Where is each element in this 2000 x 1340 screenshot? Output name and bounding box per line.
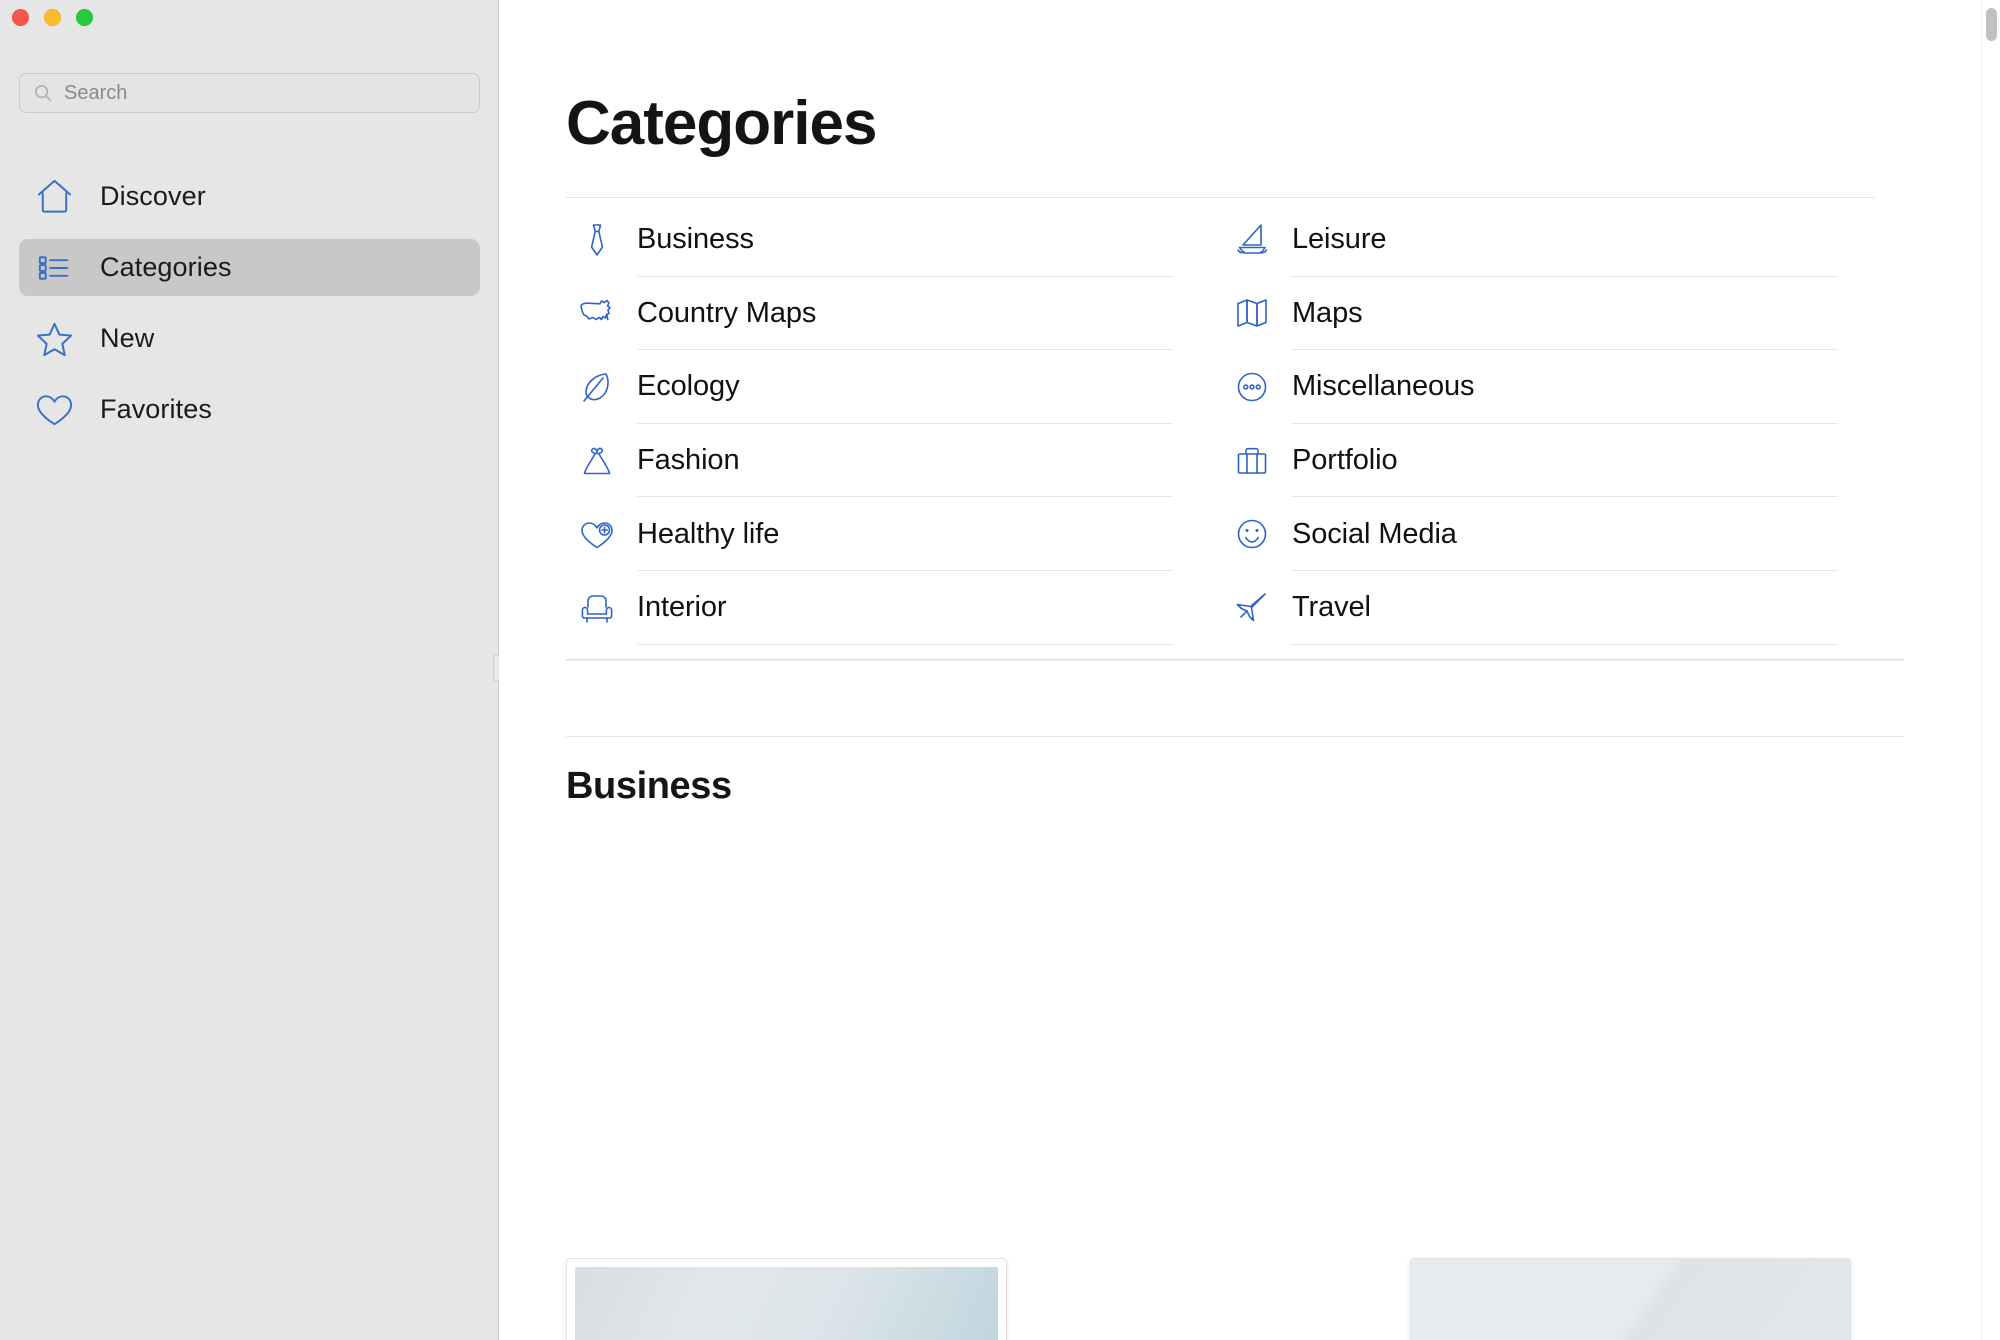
page-title: Categories (566, 89, 877, 158)
window-controls (12, 9, 93, 26)
categories-column-right: Leisure Maps Miscellaneous Portfolio Soc… (1221, 203, 1876, 645)
template-card-list (566, 1258, 1966, 1340)
sidebar-item-label: Favorites (100, 394, 212, 424)
armchair-icon (576, 587, 618, 629)
necktie-icon (576, 219, 618, 261)
template-card[interactable] (566, 1258, 1007, 1340)
close-window-button[interactable] (12, 9, 29, 26)
vertical-scrollbar[interactable] (1981, 0, 2000, 1340)
category-item-interior[interactable]: Interior (566, 571, 1221, 645)
sidebar-item-discover[interactable]: Discover (19, 168, 480, 225)
category-item-fashion[interactable]: Fashion (566, 424, 1221, 498)
category-item-healthy-life[interactable]: Healthy life (566, 497, 1221, 571)
category-label: Business (637, 223, 754, 256)
usa-map-icon (576, 292, 618, 334)
briefcase-icon (1231, 440, 1273, 482)
category-label: Country Maps (637, 296, 817, 329)
category-label: Interior (637, 591, 727, 624)
airplane-icon (1231, 587, 1273, 629)
category-item-maps[interactable]: Maps (1221, 277, 1876, 351)
dress-icon (576, 440, 618, 482)
leaf-icon (576, 366, 618, 408)
search-icon (32, 82, 54, 104)
ellipsis-circle-icon (1231, 366, 1273, 408)
category-label: Ecology (637, 370, 740, 403)
category-label: Travel (1292, 591, 1371, 624)
heart-icon (33, 388, 76, 431)
folded-map-icon (1231, 292, 1273, 334)
title-divider (566, 197, 1875, 198)
heart-plus-icon (576, 513, 618, 555)
category-label: Portfolio (1292, 444, 1398, 477)
smiley-icon (1231, 513, 1273, 555)
maximize-window-button[interactable] (76, 9, 93, 26)
categories-grid: Business Country Maps Ecology Fashion He… (566, 203, 1966, 645)
category-item-business[interactable]: Business (566, 203, 1221, 277)
category-label: Social Media (1292, 517, 1457, 550)
main-content: Categories Business Country Maps Ecology… (499, 0, 2000, 1340)
category-item-portfolio[interactable]: Portfolio (1221, 424, 1876, 498)
sidebar-item-categories[interactable]: Categories (19, 239, 480, 296)
sidebar-item-label: Categories (100, 252, 232, 282)
category-label: Healthy life (637, 517, 780, 550)
sidebar-item-new[interactable]: New (19, 310, 480, 367)
row-divider (637, 643, 1173, 645)
section-divider-bottom (566, 735, 1904, 737)
category-item-country-maps[interactable]: Country Maps (566, 277, 1221, 351)
category-label: Miscellaneous (1292, 370, 1475, 403)
category-item-social-media[interactable]: Social Media (1221, 497, 1876, 571)
category-item-ecology[interactable]: Ecology (566, 350, 1221, 424)
home-icon (33, 175, 76, 218)
category-label: Maps (1292, 296, 1363, 329)
sidebar-nav: Discover Categories New Favorites (19, 168, 480, 452)
star-icon (33, 317, 76, 360)
template-thumbnail (575, 1267, 998, 1340)
category-label: Fashion (637, 444, 740, 477)
sidebar-item-label: Discover (100, 181, 206, 211)
category-item-travel[interactable]: Travel (1221, 571, 1876, 645)
sidebar-item-favorites[interactable]: Favorites (19, 381, 480, 438)
category-item-miscellaneous[interactable]: Miscellaneous (1221, 350, 1876, 424)
sailboat-icon (1231, 219, 1273, 261)
search-field[interactable] (19, 73, 480, 113)
app-window: Discover Categories (0, 0, 2000, 1340)
row-divider (1292, 643, 1838, 645)
categories-column-left: Business Country Maps Ecology Fashion He… (566, 203, 1221, 645)
category-item-leisure[interactable]: Leisure (1221, 203, 1876, 277)
minimize-window-button[interactable] (44, 9, 61, 26)
sidebar-item-label: New (100, 323, 155, 353)
section-divider-top (566, 658, 1904, 660)
list-icon (33, 246, 76, 289)
category-label: Leisure (1292, 223, 1387, 256)
scrollbar-thumb[interactable] (1986, 8, 1997, 41)
section-heading: Business (566, 764, 732, 807)
template-card[interactable] (1410, 1258, 1851, 1340)
search-input[interactable] (64, 81, 467, 105)
template-thumbnail (1411, 1259, 1850, 1340)
sidebar: Discover Categories (0, 0, 502, 1340)
